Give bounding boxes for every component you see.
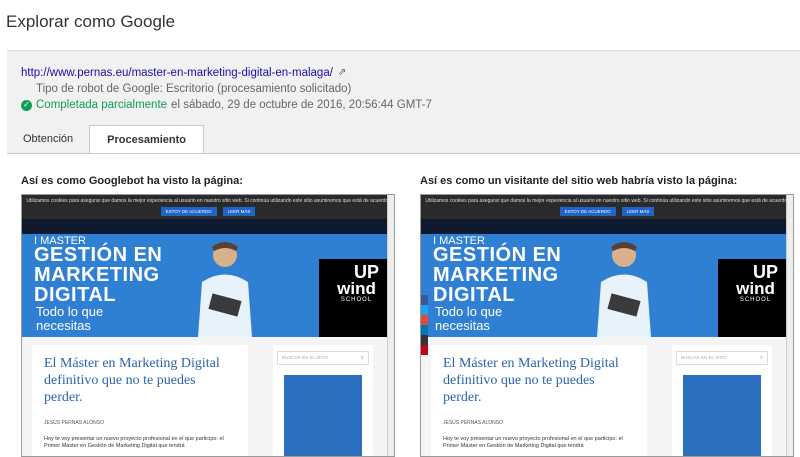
external-link-icon[interactable]: ⇗ — [338, 65, 346, 81]
hero-line2: GESTIÓN EN MARKETING DIGITAL — [34, 244, 163, 306]
hero-line3: Todo lo que necesitas — [435, 304, 503, 333]
upwind-school-logo: UP wind SCHOOL — [319, 259, 394, 337]
status-label: Completada parcialmente — [36, 99, 168, 111]
article-paragraph: Hoy te voy presentar un nuevo proyecto p… — [443, 436, 623, 449]
sidebar-search: BUSCAR EN EL SITIO ⚲ — [277, 351, 369, 365]
status-detail: el sábado, 29 de octubre de 2016, 20:56:… — [171, 99, 432, 111]
hero-top-band — [22, 219, 394, 234]
sidebar-promo-image — [683, 375, 761, 456]
bot-type-label: Tipo de robot de Google: Escritorio (pro… — [36, 83, 352, 95]
visitor-caption: Así es como un visitante del sitio web h… — [420, 175, 738, 187]
email-icon — [421, 335, 428, 345]
page-title: Explorar como Google — [6, 12, 176, 31]
sidebar-promo-image — [284, 375, 362, 456]
fetch-url-row: http://www.pernas.eu/master-en-marketing… — [21, 65, 432, 81]
hero-line3: Todo lo que necesitas — [36, 304, 104, 333]
search-icon: ⚲ — [360, 355, 364, 360]
visitor-render-preview[interactable]: Utilizamos cookies para asegurar que dam… — [420, 194, 794, 457]
tab-obtencion[interactable]: Obtención — [7, 125, 89, 154]
article-author: JESÚS PERNAS ALONSO — [443, 420, 504, 426]
google-plus-icon — [421, 315, 428, 325]
result-tabs: Obtención Procesamiento — [7, 125, 205, 154]
fetch-status: ✓ Completada parcialmente el sábado, 29 … — [21, 97, 432, 113]
cookie-text: Utilizamos cookies para asegurar que dam… — [425, 198, 789, 204]
preview-scrollbar[interactable] — [387, 195, 394, 456]
cookie-text: Utilizamos cookies para asegurar que dam… — [26, 198, 390, 204]
sidebar-widget: BUSCAR EN EL SITIO ⚲ — [273, 345, 373, 456]
article-title: El Máster en Marketing Digital definitiv… — [443, 356, 619, 405]
hero-banner: I MASTER GESTIÓN EN MARKETING DIGITAL To… — [421, 219, 793, 337]
cookie-read-more-button: LEER MÁS — [222, 207, 256, 216]
googlebot-caption: Así es como Googlebot ha visto la página… — [21, 175, 243, 187]
person-image — [198, 242, 252, 337]
social-share-bar — [421, 295, 428, 355]
pinterest-icon — [421, 345, 428, 355]
article-title: El Máster en Marketing Digital definitiv… — [44, 356, 220, 405]
cookie-banner: Utilizamos cookies para asegurar que dam… — [22, 195, 394, 219]
cookie-read-more-button: LEER MÁS — [621, 207, 655, 216]
linkedin-icon — [421, 325, 428, 335]
sidebar-search: BUSCAR EN EL SITIO ⚲ — [676, 351, 768, 365]
search-icon: ⚲ — [759, 355, 763, 360]
article-paragraph: Hoy te voy presentar un nuevo proyecto p… — [44, 436, 224, 449]
page-content: El Máster en Marketing Digital definitiv… — [421, 337, 793, 456]
upwind-school-logo: UP wind SCHOOL — [718, 259, 793, 337]
tab-procesamiento[interactable]: Procesamiento — [89, 125, 205, 154]
article-card: El Máster en Marketing Digital definitiv… — [431, 345, 647, 456]
cookie-accept-button: ESTOY DE ACUERDO — [160, 207, 217, 216]
article-card: El Máster en Marketing Digital definitiv… — [32, 345, 248, 456]
article-author: JESÚS PERNAS ALONSO — [44, 420, 105, 426]
facebook-icon — [421, 295, 428, 305]
cookie-banner: Utilizamos cookies para asegurar que dam… — [421, 195, 793, 219]
fetch-info: http://www.pernas.eu/master-en-marketing… — [21, 65, 432, 113]
hero-line2: GESTIÓN EN MARKETING DIGITAL — [433, 244, 562, 306]
googlebot-render-preview[interactable]: Utilizamos cookies para asegurar que dam… — [21, 194, 395, 457]
twitter-icon — [421, 305, 428, 315]
check-circle-icon: ✓ — [21, 99, 32, 111]
person-image — [597, 242, 651, 337]
preview-scrollbar[interactable] — [786, 195, 793, 456]
sidebar-widget: BUSCAR EN EL SITIO ⚲ — [672, 345, 772, 456]
page-content: El Máster en Marketing Digital definitiv… — [22, 337, 394, 456]
hero-banner: I MASTER GESTIÓN EN MARKETING DIGITAL To… — [22, 219, 394, 337]
fetched-url-link[interactable]: http://www.pernas.eu/master-en-marketing… — [21, 65, 333, 81]
hero-top-band — [421, 219, 793, 234]
cookie-accept-button: ESTOY DE ACUERDO — [559, 207, 616, 216]
